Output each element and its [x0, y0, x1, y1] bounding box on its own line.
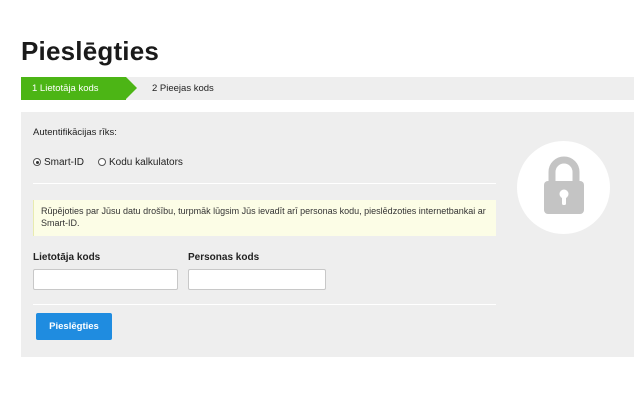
username-input[interactable] — [33, 269, 178, 290]
step-1-active: 1 Lietotāja kods — [21, 77, 126, 100]
personal-code-label: Personas kods — [188, 252, 260, 263]
radio-option-code-calculator[interactable]: Kodu kalkulators — [98, 157, 183, 168]
divider-bottom — [33, 304, 496, 305]
username-label: Lietotāja kods — [33, 252, 101, 263]
step-2-inactive: 2 Pieejas kods — [152, 83, 214, 94]
personal-code-input[interactable] — [188, 269, 326, 290]
radio-option-smart-id[interactable]: Smart-ID — [33, 157, 84, 168]
auth-tool-options: Smart-ID Kodu kalkulators — [33, 155, 197, 169]
step-progress-bar: 1 Lietotāja kods 2 Pieejas kods — [21, 77, 634, 100]
login-button[interactable]: Pieslēgties — [36, 313, 112, 340]
divider-top — [33, 183, 496, 184]
radio-smart-id-label: Smart-ID — [44, 156, 84, 168]
radio-smart-id[interactable] — [33, 158, 41, 166]
radio-code-calculator-label: Kodu kalkulators — [109, 156, 183, 168]
lock-icon — [544, 156, 584, 214]
page-title: Pieslēgties — [21, 36, 160, 66]
security-notice: Rūpējoties par Jūsu datu drošību, turpmā… — [33, 200, 496, 236]
login-panel: Autentifikācijas rīks: Smart-ID Kodu kal… — [21, 112, 634, 357]
radio-code-calculator[interactable] — [98, 158, 106, 166]
auth-tool-label: Autentifikācijas rīks: — [33, 127, 117, 138]
step-arrow — [126, 77, 137, 99]
lock-illustration — [517, 141, 610, 234]
